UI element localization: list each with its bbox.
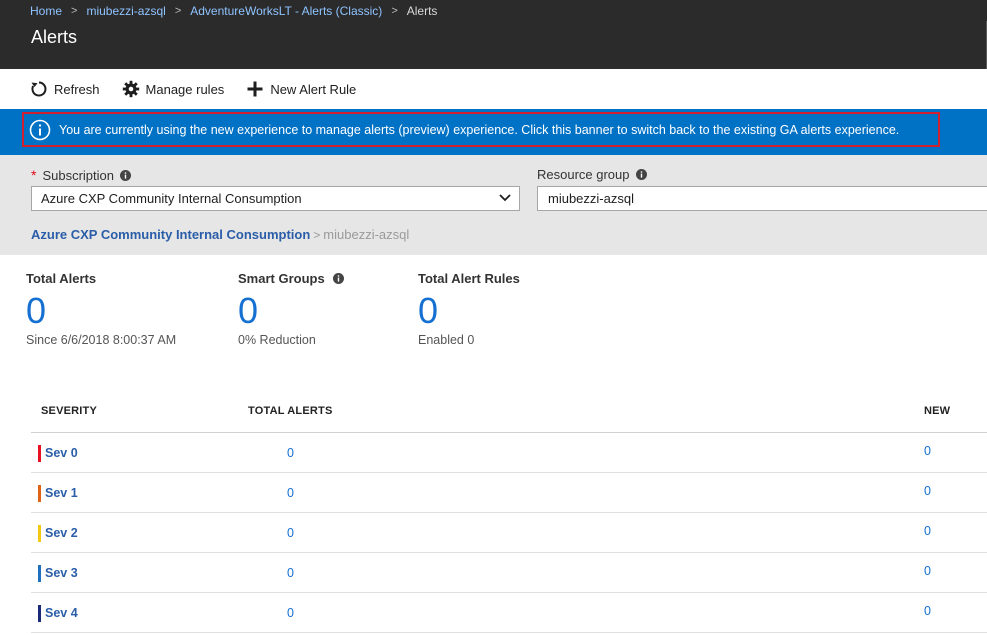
stat-subtitle: Enabled 0 — [418, 333, 475, 347]
stat-total-alert-rules: Total Alert Rules 0 Enabled 0 — [418, 270, 520, 348]
info-icon — [635, 169, 647, 180]
table-row[interactable]: Sev 0 0 0 — [31, 433, 987, 473]
required-marker: * — [31, 167, 37, 183]
severity-color-bar — [38, 485, 41, 502]
new-alerts-count[interactable]: 0 — [924, 604, 931, 618]
stat-value[interactable]: 0 — [238, 293, 344, 329]
info-icon — [29, 119, 51, 140]
resource-group-field[interactable]: miubezzi-azsql — [537, 186, 987, 211]
chevron-right-icon: > — [391, 5, 398, 17]
severity-link[interactable]: Sev 0 — [45, 446, 78, 460]
severity-link[interactable]: Sev 1 — [45, 486, 78, 500]
manage-rules-label: Manage rules — [145, 81, 225, 97]
page-title: Alerts — [31, 27, 78, 47]
stat-smart-groups: Smart Groups 0 0% Reduction — [238, 270, 344, 347]
breadcrumb: Home > miubezzi-azsql > AdventureWorksLT… — [30, 4, 437, 18]
stat-subtitle: Since 6/6/2018 8:00:37 AM — [26, 333, 177, 347]
resource-group-value: miubezzi-azsql — [548, 191, 634, 206]
table-row[interactable]: Sev 4 0 0 — [31, 593, 987, 633]
total-alerts-count[interactable]: 0 — [287, 446, 294, 460]
info-icon — [120, 169, 131, 181]
total-alerts-count[interactable]: 0 — [287, 606, 294, 620]
filter-panel: * Subscription Azure CXP Community Inter… — [0, 155, 987, 255]
severity-link[interactable]: Sev 3 — [45, 566, 78, 580]
table-row[interactable]: Sev 3 0 0 — [31, 553, 987, 593]
new-alerts-count[interactable]: 0 — [924, 444, 931, 458]
breadcrumb-home[interactable]: Home — [30, 4, 62, 18]
breadcrumb-server[interactable]: miubezzi-azsql — [86, 4, 165, 18]
column-header-new[interactable]: NEW — [924, 405, 950, 417]
refresh-label: Refresh — [54, 81, 100, 97]
stat-value[interactable]: 0 — [418, 293, 520, 329]
manage-rules-button[interactable]: Manage rules — [122, 80, 225, 98]
new-alerts-count[interactable]: 0 — [924, 484, 931, 498]
severity-link[interactable]: Sev 2 — [45, 526, 78, 540]
plus-icon — [247, 81, 263, 97]
subscription-label-text: Subscription — [42, 167, 114, 183]
chevron-right-icon: > — [71, 5, 78, 17]
table-header: SEVERITY TOTAL ALERTS NEW — [31, 392, 987, 433]
stat-title: Smart Groups — [238, 270, 325, 286]
severity-table: SEVERITY TOTAL ALERTS NEW Sev 0 0 0 Sev … — [31, 392, 987, 633]
stat-title-row: Smart Groups — [238, 270, 344, 286]
new-alert-rule-label: New Alert Rule — [270, 81, 357, 97]
experience-switch-banner[interactable]: You are currently using the new experien… — [0, 109, 987, 155]
banner-highlight: You are currently using the new experien… — [22, 112, 940, 147]
table-row[interactable]: Sev 2 0 0 — [31, 513, 987, 553]
stat-subtitle: 0% Reduction — [238, 333, 316, 347]
refresh-button[interactable]: Refresh — [30, 80, 100, 98]
stat-title: Total Alerts — [26, 270, 97, 286]
resource-group-label: Resource group — [537, 167, 647, 182]
info-icon — [332, 272, 344, 284]
scope-resource: miubezzi-azsql — [323, 227, 410, 242]
severity-link[interactable]: Sev 4 — [45, 606, 78, 620]
scope-breadcrumb: Azure CXP Community Internal Consumption… — [31, 227, 409, 242]
chevron-down-icon — [499, 194, 511, 202]
breadcrumb-current: Alerts — [406, 4, 438, 18]
stat-value[interactable]: 0 — [26, 293, 176, 329]
severity-color-bar — [38, 565, 41, 582]
scope-subscription-link[interactable]: Azure CXP Community Internal Consumption — [31, 227, 310, 242]
stat-title: Total Alert Rules — [418, 270, 520, 286]
column-header-severity[interactable]: SEVERITY — [41, 405, 97, 417]
column-header-total-alerts[interactable]: TOTAL ALERTS — [248, 405, 333, 417]
subscription-label: * Subscription — [31, 167, 131, 183]
total-alerts-count[interactable]: 0 — [287, 526, 294, 540]
table-row[interactable]: Sev 1 0 0 — [31, 473, 987, 513]
chevron-right-icon: > — [313, 227, 321, 242]
portal-header: Home > miubezzi-azsql > AdventureWorksLT… — [0, 0, 987, 69]
total-alerts-count[interactable]: 0 — [287, 486, 294, 500]
gear-icon — [122, 80, 139, 98]
command-bar: Refresh Manage rules New Alert Rule — [0, 69, 987, 109]
total-alerts-count[interactable]: 0 — [287, 566, 294, 580]
breadcrumb-classic-alerts[interactable]: AdventureWorksLT - Alerts (Classic) — [190, 4, 382, 18]
banner-text: You are currently using the new experien… — [59, 122, 900, 137]
resource-group-label-text: Resource group — [537, 167, 630, 182]
chevron-right-icon: > — [174, 5, 182, 17]
subscription-dropdown[interactable]: Azure CXP Community Internal Consumption — [31, 186, 520, 211]
severity-color-bar — [38, 445, 41, 462]
refresh-icon — [31, 81, 47, 97]
stat-total-alerts: Total Alerts 0 Since 6/6/2018 8:00:37 AM — [26, 270, 177, 348]
severity-color-bar — [38, 525, 41, 542]
new-alert-rule-button[interactable]: New Alert Rule — [246, 80, 356, 98]
new-alerts-count[interactable]: 0 — [924, 524, 931, 538]
new-alerts-count[interactable]: 0 — [924, 564, 931, 578]
severity-color-bar — [38, 605, 41, 622]
subscription-selected-value: Azure CXP Community Internal Consumption — [41, 191, 302, 206]
